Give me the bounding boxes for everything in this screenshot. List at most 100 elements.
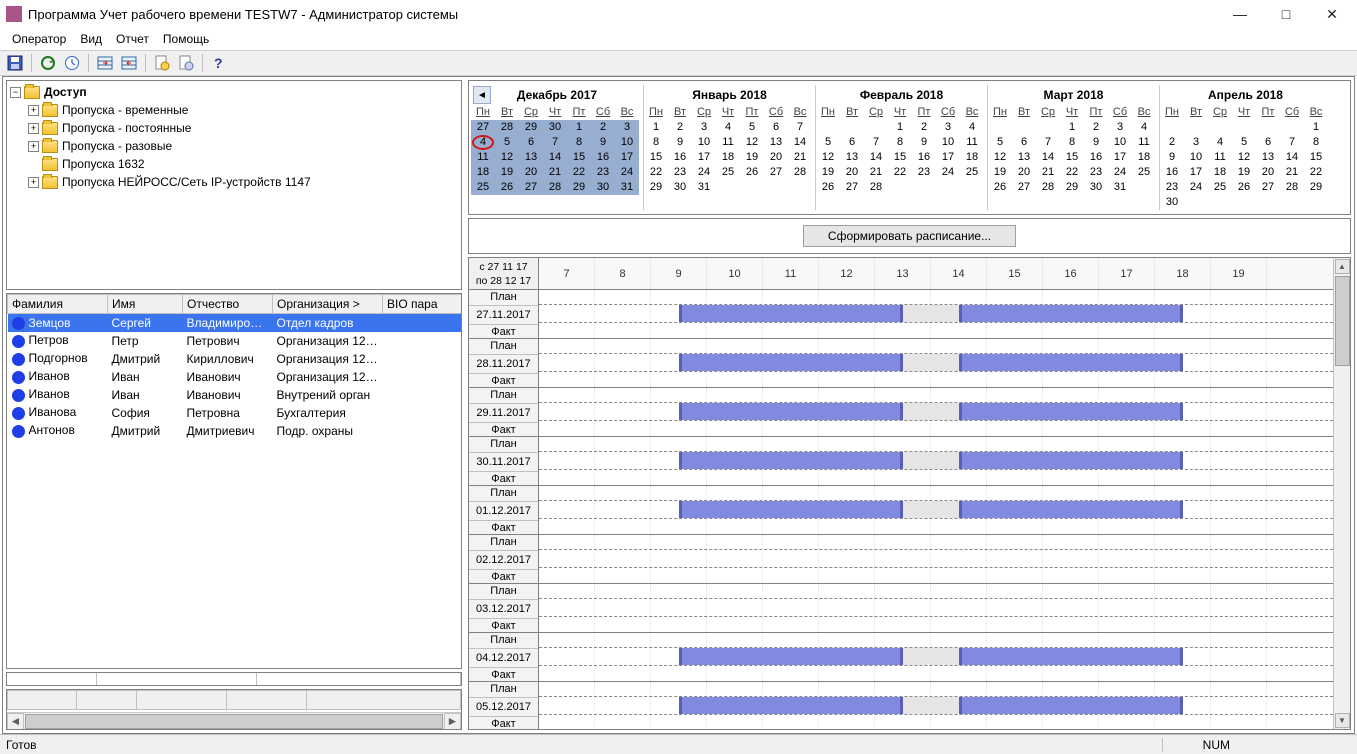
tree-collapse-icon[interactable]: − bbox=[10, 87, 21, 98]
calendar-day[interactable]: 25 bbox=[716, 165, 740, 180]
gantt-bar[interactable] bbox=[679, 697, 903, 714]
calendar-day[interactable]: 1 bbox=[567, 120, 591, 135]
calendar-day[interactable]: 4 bbox=[960, 120, 984, 135]
calendar-day[interactable]: 3 bbox=[692, 120, 716, 135]
calendar-day[interactable]: 27 bbox=[1012, 180, 1036, 195]
calendar-day[interactable]: 13 bbox=[840, 150, 864, 165]
calendar-day[interactable]: 13 bbox=[1012, 150, 1036, 165]
calendar-day[interactable]: 15 bbox=[644, 150, 668, 165]
calendar-day[interactable] bbox=[1256, 120, 1280, 135]
calendar-day[interactable]: 17 bbox=[1108, 150, 1132, 165]
menu-view[interactable]: Вид bbox=[74, 30, 108, 48]
calendar-day[interactable]: 18 bbox=[1208, 165, 1232, 180]
tree-root-label[interactable]: Доступ bbox=[44, 85, 87, 99]
calendar-day[interactable] bbox=[1036, 120, 1060, 135]
calendar-day[interactable] bbox=[1280, 120, 1304, 135]
calendar-day[interactable] bbox=[1208, 120, 1232, 135]
calendar-day[interactable]: 1 bbox=[1060, 120, 1084, 135]
calendar-day[interactable]: 21 bbox=[543, 165, 567, 180]
clock-icon[interactable] bbox=[61, 52, 83, 74]
calendar-day[interactable]: 26 bbox=[740, 165, 764, 180]
calendar-day[interactable]: 15 bbox=[1060, 150, 1084, 165]
calendar-day[interactable]: 7 bbox=[864, 135, 888, 150]
calendar-day[interactable]: 23 bbox=[1084, 165, 1108, 180]
calendar-day[interactable]: 29 bbox=[1060, 180, 1084, 195]
calendar-day[interactable]: 10 bbox=[615, 135, 639, 150]
calendar-day[interactable]: 27 bbox=[1256, 180, 1280, 195]
calendar-day[interactable]: 19 bbox=[740, 150, 764, 165]
calendar-day[interactable] bbox=[764, 180, 788, 195]
calendar-day[interactable]: 14 bbox=[1036, 150, 1060, 165]
calendar-day[interactable]: 4 bbox=[716, 120, 740, 135]
calendar-day[interactable]: 23 bbox=[1160, 180, 1184, 195]
access-tree[interactable]: − Доступ +Пропуска - временные+Пропуска … bbox=[6, 80, 462, 290]
calendar-day[interactable]: 14 bbox=[1280, 150, 1304, 165]
calendar-day[interactable]: 17 bbox=[692, 150, 716, 165]
calendar-day[interactable]: 4 bbox=[471, 135, 495, 150]
calendar-day[interactable] bbox=[960, 180, 984, 195]
people-column-header[interactable]: Организация > bbox=[273, 295, 383, 314]
calendar-day[interactable]: 18 bbox=[1132, 150, 1156, 165]
calendar-day[interactable]: 4 bbox=[1208, 135, 1232, 150]
calendar-day[interactable]: 1 bbox=[888, 120, 912, 135]
gantt-row-label[interactable]: План28.11.2017Факт bbox=[469, 339, 538, 388]
tree-item[interactable]: Пропуска 1632 bbox=[7, 155, 461, 173]
calendar-day[interactable]: 20 bbox=[519, 165, 543, 180]
gantt-bar[interactable] bbox=[959, 403, 1183, 420]
gantt-row[interactable] bbox=[539, 437, 1333, 486]
calendar-day[interactable]: 24 bbox=[1184, 180, 1208, 195]
calendar-day[interactable] bbox=[888, 180, 912, 195]
calendar-day[interactable]: 22 bbox=[567, 165, 591, 180]
calendar-day[interactable]: 29 bbox=[1304, 180, 1328, 195]
menu-report[interactable]: Отчет bbox=[110, 30, 155, 48]
calendar-day[interactable]: 28 bbox=[1036, 180, 1060, 195]
gantt-bar[interactable] bbox=[679, 648, 903, 665]
calendar-day[interactable]: 12 bbox=[495, 150, 519, 165]
calendar-day[interactable] bbox=[988, 120, 1012, 135]
calendar-day[interactable]: 9 bbox=[912, 135, 936, 150]
calendar-day[interactable]: 9 bbox=[1160, 150, 1184, 165]
calendar-day[interactable]: 30 bbox=[668, 180, 692, 195]
gantt-bar[interactable] bbox=[679, 501, 903, 518]
gantt-vertical-scrollbar[interactable]: ▲ ▼ bbox=[1333, 258, 1350, 729]
calendar-day[interactable]: 4 bbox=[1132, 120, 1156, 135]
calendar-day[interactable]: 25 bbox=[1132, 165, 1156, 180]
calendar-day[interactable] bbox=[1232, 120, 1256, 135]
calendar-day[interactable]: 13 bbox=[764, 135, 788, 150]
calendar-day[interactable]: 6 bbox=[764, 120, 788, 135]
calendar-day[interactable] bbox=[1304, 195, 1328, 210]
save-icon[interactable] bbox=[4, 52, 26, 74]
calendar-day[interactable]: 3 bbox=[936, 120, 960, 135]
calendar-day[interactable]: 5 bbox=[988, 135, 1012, 150]
calendar-day[interactable] bbox=[1184, 120, 1208, 135]
calendar-day[interactable]: 22 bbox=[888, 165, 912, 180]
calendar-day[interactable] bbox=[1256, 195, 1280, 210]
calendar-day[interactable]: 6 bbox=[519, 135, 543, 150]
tree-expand-icon[interactable]: + bbox=[28, 141, 39, 152]
calendar-day[interactable]: 8 bbox=[1304, 135, 1328, 150]
calendar-day[interactable] bbox=[912, 180, 936, 195]
calendar-day[interactable]: 19 bbox=[1232, 165, 1256, 180]
calendar-day[interactable]: 24 bbox=[936, 165, 960, 180]
calendar-day[interactable]: 9 bbox=[1084, 135, 1108, 150]
people-column-header[interactable]: Имя bbox=[108, 295, 183, 314]
small-grid-1[interactable] bbox=[6, 672, 462, 686]
calendar-day[interactable]: 29 bbox=[644, 180, 668, 195]
month-prev-button[interactable]: ◄ bbox=[473, 86, 491, 104]
calendar-day[interactable]: 23 bbox=[668, 165, 692, 180]
calendar-day[interactable]: 2 bbox=[591, 120, 615, 135]
calendar-day[interactable]: 5 bbox=[816, 135, 840, 150]
calendar-day[interactable] bbox=[788, 180, 812, 195]
calendar-day[interactable]: 17 bbox=[615, 150, 639, 165]
calendar-day[interactable]: 22 bbox=[644, 165, 668, 180]
gantt-row[interactable] bbox=[539, 633, 1333, 682]
calendar-day[interactable]: 26 bbox=[988, 180, 1012, 195]
calendar-day[interactable]: 30 bbox=[543, 120, 567, 135]
gantt-row-label[interactable]: План30.11.2017Факт bbox=[469, 437, 538, 486]
gantt-bar[interactable] bbox=[959, 648, 1183, 665]
calendar-day[interactable]: 12 bbox=[740, 135, 764, 150]
gantt-bar[interactable] bbox=[959, 354, 1183, 371]
gantt-chart[interactable]: с 27 11 17 по 28 12 17 План27.11.2017Фак… bbox=[468, 257, 1351, 730]
calendar-day[interactable]: 15 bbox=[567, 150, 591, 165]
calendar-day[interactable]: 18 bbox=[716, 150, 740, 165]
